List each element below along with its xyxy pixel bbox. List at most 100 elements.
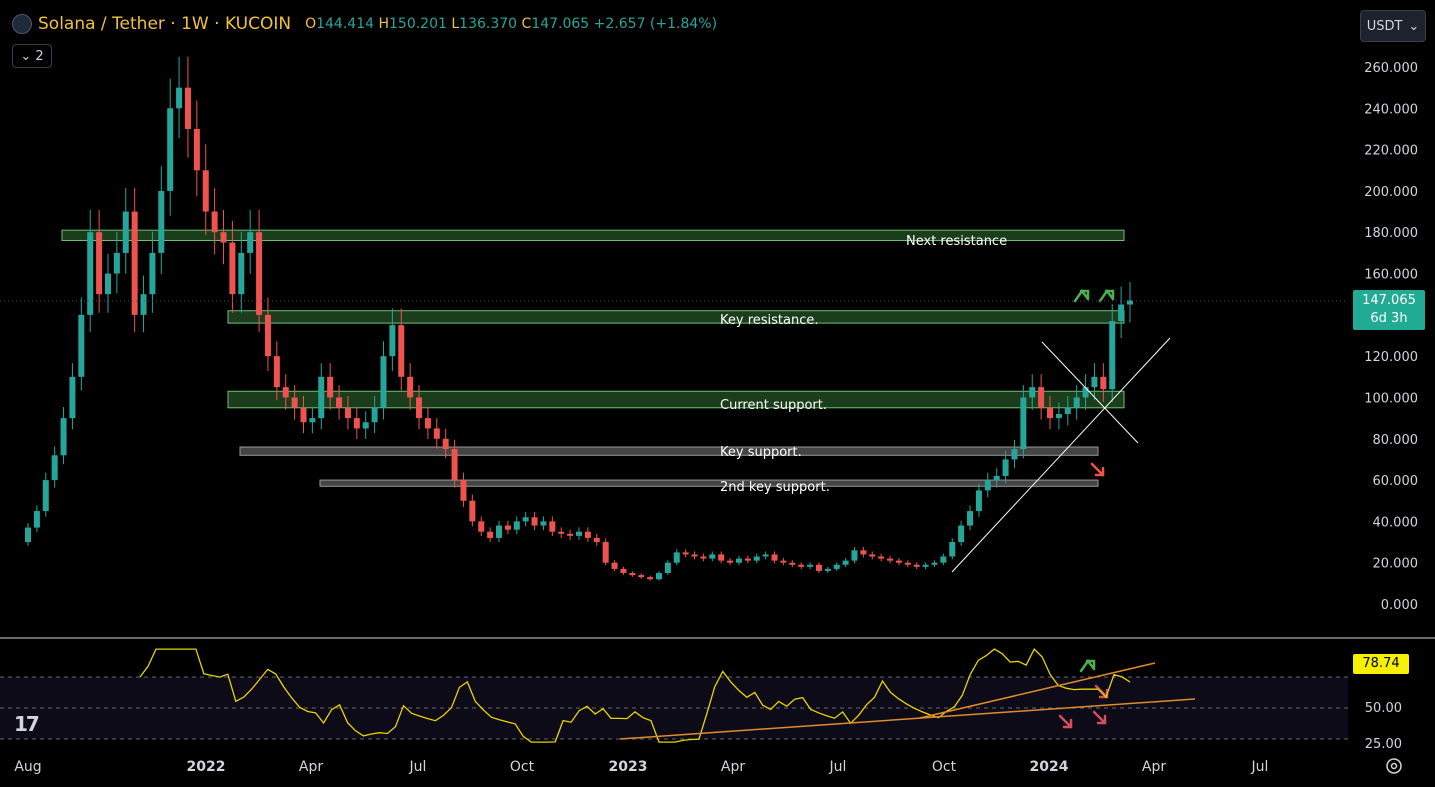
candle-body xyxy=(229,242,236,295)
chevron-down-icon: ⌄ xyxy=(20,48,32,64)
candle-body xyxy=(576,531,582,536)
price-axis[interactable]: 260.000 240.000 220.000 200.000 180.000 160.0… xyxy=(1364,61,1418,613)
candle-body xyxy=(807,564,814,567)
candle-body xyxy=(104,273,111,295)
candle-body xyxy=(593,537,600,543)
candle-body xyxy=(469,500,476,522)
candle-body xyxy=(87,232,94,315)
price-tick-label: 180.000 xyxy=(1364,226,1418,241)
candle-body xyxy=(1055,413,1062,419)
candle-body xyxy=(193,128,200,171)
indicators-collapse-button[interactable]: ⌄ 2 xyxy=(12,44,52,68)
bullish-arrow-icon xyxy=(1098,288,1115,303)
candle-body xyxy=(735,558,742,563)
candle-body xyxy=(922,564,929,567)
candle-body xyxy=(940,556,947,563)
price-tick-label: 160.000 xyxy=(1364,268,1418,283)
candle-body xyxy=(247,232,254,253)
tradingview-logo[interactable]: 17 xyxy=(14,712,40,736)
zone-key-resistance- xyxy=(227,310,1125,324)
time-tick-label: 2023 xyxy=(609,759,648,775)
candle-body xyxy=(895,560,902,563)
time-tick-label: Aug xyxy=(14,759,41,775)
candle-body xyxy=(815,564,822,571)
time-tick-label: Jul xyxy=(409,759,427,775)
candle-body xyxy=(336,397,343,408)
candle-body xyxy=(1038,387,1045,408)
price-tick-label: 120.000 xyxy=(1364,350,1418,365)
candle-body xyxy=(531,517,538,526)
zone-current-support- xyxy=(227,390,1125,409)
candle-body xyxy=(487,531,494,538)
candle-body xyxy=(167,108,174,191)
zone-label: 2nd key support. xyxy=(720,480,830,495)
candle-body xyxy=(353,418,360,429)
candle-body xyxy=(184,87,191,129)
symbol-title[interactable]: Solana / Tether · 1W · KUCOIN xyxy=(38,14,291,34)
candle-body xyxy=(256,232,263,315)
trendlines-layer xyxy=(951,288,1171,729)
candle-body xyxy=(1020,397,1027,450)
candle-body xyxy=(673,552,680,563)
candle-body xyxy=(824,568,831,571)
price-tick-label: 220.000 xyxy=(1364,144,1418,159)
candle-body xyxy=(567,533,574,536)
candle-body xyxy=(620,568,627,574)
candle-body xyxy=(442,438,449,450)
zone-label: Key resistance. xyxy=(720,313,819,328)
candle-body xyxy=(638,575,645,578)
zone-label: Current support. xyxy=(720,398,827,413)
candle-body xyxy=(664,562,671,574)
candle-body xyxy=(780,560,787,563)
time-tick-label: Oct xyxy=(932,759,957,775)
candle-body xyxy=(300,407,307,423)
candle-body xyxy=(1011,449,1018,460)
time-tick-label: Apr xyxy=(721,759,745,775)
price-tick-label: 60.000 xyxy=(1373,474,1419,489)
candle-body xyxy=(407,376,414,398)
time-axis[interactable]: Aug 2022 Apr Jul Oct 2023 Apr Jul Oct 2024 Apr Jul xyxy=(14,759,1268,775)
candle-body xyxy=(842,560,849,565)
price-tick-label: 100.000 xyxy=(1364,391,1418,406)
candle-body xyxy=(1118,304,1125,322)
price-tick-label: 20.000 xyxy=(1373,557,1419,572)
settings-gear-icon[interactable] xyxy=(1383,755,1405,777)
price-tick-label: 40.000 xyxy=(1373,515,1419,530)
candle-body xyxy=(1073,397,1080,408)
currency-select[interactable]: USDT ⌄ xyxy=(1360,10,1426,42)
candle-body xyxy=(584,531,591,538)
change-value: +2.657 (+1.84%) xyxy=(593,16,718,32)
candle-body xyxy=(389,325,396,357)
symbol-icon[interactable] xyxy=(12,14,32,34)
candle-body xyxy=(273,356,280,388)
candle-body xyxy=(753,556,760,561)
candle-body xyxy=(60,418,67,456)
candle-body xyxy=(522,517,529,522)
candle-body xyxy=(42,480,49,512)
candle-body xyxy=(238,252,245,295)
bullish-arrow-icon xyxy=(1073,288,1090,303)
candle-body xyxy=(540,521,547,526)
chart-canvas[interactable]: Next resistance Key resistance. Current su… xyxy=(0,0,1435,787)
candle-body xyxy=(416,397,423,419)
candle-body xyxy=(25,527,31,543)
candle-body xyxy=(611,562,618,569)
price-tick-label: 80.000 xyxy=(1373,433,1419,448)
candle-body xyxy=(904,562,911,565)
candle-body xyxy=(202,170,209,212)
chart-header: Solana / Tether · 1W · KUCOIN O144.414 H… xyxy=(12,14,717,34)
candle-body xyxy=(949,542,956,557)
last-price-label: 147.065 6d 3h xyxy=(1353,290,1425,330)
candle-body xyxy=(309,418,316,423)
candle-body xyxy=(78,314,85,377)
candle-body xyxy=(318,376,325,419)
candle-body xyxy=(1100,376,1107,390)
candle-body xyxy=(1109,321,1116,390)
zone--nd-key-support- xyxy=(319,479,1099,487)
candle-body xyxy=(958,525,965,543)
candle-body xyxy=(51,455,58,481)
candle-body xyxy=(131,211,138,315)
candle-body xyxy=(993,475,1000,481)
time-tick-label: Apr xyxy=(299,759,323,775)
price-tick-label: 240.000 xyxy=(1364,102,1418,117)
